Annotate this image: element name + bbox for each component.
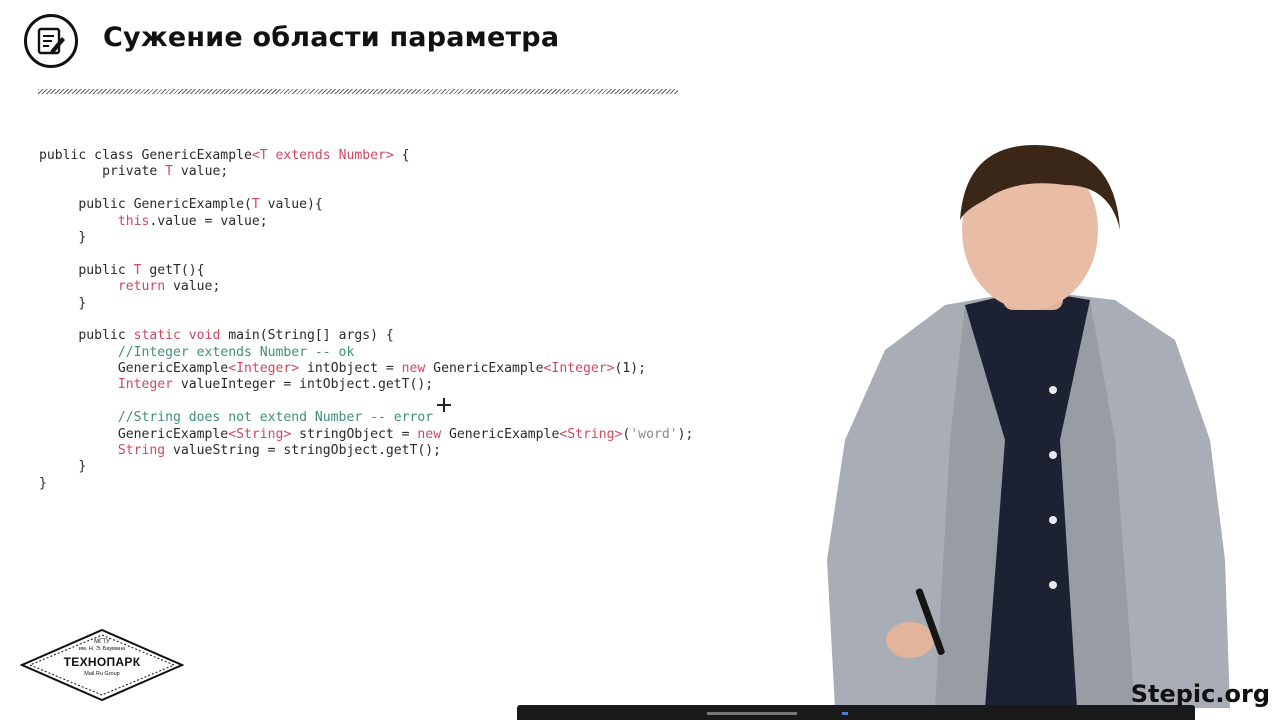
code-line: this.value = value; [39,214,693,230]
code-token: this [39,213,150,229]
notepad-pencil-icon [24,14,78,68]
code-token: value; [173,164,229,180]
code-token: main(String[] args) { [220,328,394,344]
code-line: String valueString = stringObject.getT()… [39,443,693,459]
code-line: } [39,476,693,492]
code-line: GenericExample<Integer> intObject = new … [39,361,693,377]
code-line: GenericExample<String> stringObject = ne… [39,426,694,443]
code-line: //String does not extend Number -- error [39,410,693,426]
code-line: Integer valueInteger = intObject.getT(); [39,377,693,393]
code-token: GenericExample [441,426,560,442]
code-token: T [165,164,174,180]
code-token: valueInteger = intObject.getT(); [173,377,434,393]
code-token: //String does not extend Number -- error [39,410,434,426]
code-token: 'word' [630,426,678,442]
code-token: <String> [228,426,292,442]
logo-university-name: им. Н. Э. Баумана [78,646,126,652]
code-token: <Integer> [228,361,300,377]
mouse-cursor [437,398,451,412]
code-token: T [251,197,260,213]
code-line: } [39,296,693,312]
code-line: return value; [39,279,693,295]
code-token: public [39,262,134,278]
code-token: T [133,262,142,278]
code-token: } [39,459,87,475]
code-token: String [39,443,166,459]
slide-title: Сужение области параметра [103,22,560,53]
code-line: //Integer extends Number -- ok [39,345,693,361]
logo-partner: Mail.Ru Group [84,671,120,677]
code-token: new [417,426,442,442]
code-token: stringObject = [291,426,418,442]
code-line: } [39,459,693,475]
code-token: <Integer> [543,361,615,377]
code-line: } [39,230,693,246]
code-token: static void [133,328,221,344]
code-line: public class GenericExample<T extends Nu… [39,148,693,164]
code-token: new [401,361,426,377]
code-token: { [393,148,410,163]
code-token: .value = value; [149,213,268,229]
code-token: getT(){ [141,262,205,278]
code-token: //Integer extends Number -- ok [39,344,355,360]
laptop-bezel [517,705,1195,720]
code-line: private T value; [39,164,693,180]
code-token: public [39,328,134,344]
code-token: GenericExample [425,361,544,377]
code-token: public GenericExample( [39,197,252,213]
code-line: public static void main(String[] args) { [39,328,693,344]
laptop-indicator [842,712,848,715]
code-token: Integer [39,377,174,393]
code-token: ); [677,426,694,442]
code-line: public T getT(){ [39,263,693,279]
title-underline [38,89,678,94]
logo-university: МГТУ [94,639,110,645]
code-token: value){ [259,197,323,213]
stepic-watermark: Stepic.org [1130,680,1270,708]
presenter [815,140,1240,708]
code-token: } [39,229,87,245]
code-token: private [39,164,166,180]
logo-name: ТЕХНОПАРК [63,655,141,669]
code-token: } [39,295,87,311]
code-token: public class GenericExample [39,148,252,163]
code-token: } [39,475,47,491]
code-token: GenericExample [39,361,229,377]
code-token: <String> [559,426,623,442]
technopark-logo: МГТУ им. Н. Э. Баумана ТЕХНОПАРК Mail.Ru… [19,628,185,702]
code-token: (1); [614,361,647,377]
code-token: GenericExample [39,426,229,442]
code-token: valueString = stringObject.getT(); [165,443,442,459]
code-token: <T extends Number> [251,148,394,163]
code-token: return [39,279,166,295]
code-line: public GenericExample(T value){ [39,197,693,213]
code-block: public class GenericExample<T extends Nu… [39,148,693,492]
code-token: value; [165,279,221,295]
laptop-vent [707,712,797,715]
code-token: intObject = [299,361,402,377]
